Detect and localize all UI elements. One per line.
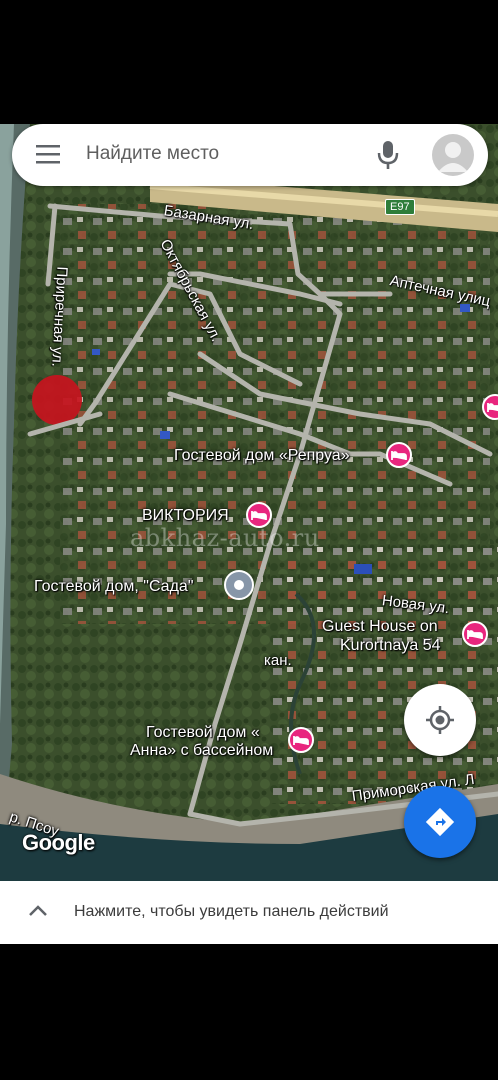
place-label-line2: Анна» с бассейном	[130, 742, 274, 759]
place-label-line2: Kurortnaya 54	[340, 637, 441, 654]
place-label: Гостевой дом «Репруа»	[174, 447, 350, 464]
search-bar[interactable]: Найдите место	[12, 124, 488, 186]
place-label-line1: Guest House on	[322, 618, 438, 635]
map-view[interactable]: Базарная ул. Октябрьская ул. Аптечная ул…	[0, 124, 498, 881]
place-label-line1: Гостевой дом «	[146, 724, 260, 741]
lodging-icon	[462, 621, 488, 647]
directions-icon	[425, 807, 455, 837]
mic-icon[interactable]	[376, 140, 400, 170]
menu-icon[interactable]	[36, 144, 60, 164]
canal-label: кан.	[264, 652, 292, 669]
satellite-imagery	[0, 124, 498, 881]
action-panel-hint: Нажмите, чтобы увидеть панель действий	[74, 903, 389, 920]
phone-screen: Базарная ул. Октябрьская ул. Аптечная ул…	[0, 0, 498, 1080]
place-label: ВИКТОРИЯ	[142, 507, 229, 524]
place-pin-icon	[224, 570, 254, 600]
lodging-icon	[246, 502, 272, 528]
my-location-icon	[426, 706, 454, 734]
highway-shield: E97	[385, 199, 415, 215]
directions-button[interactable]	[404, 786, 476, 858]
place-label: Гостевой дом, "Сада"	[34, 578, 194, 595]
my-location-button[interactable]	[404, 684, 476, 756]
chevron-up-icon	[29, 905, 47, 916]
search-input[interactable]: Найдите место	[86, 143, 219, 165]
google-logo: Google	[22, 830, 95, 855]
avatar-icon[interactable]	[432, 134, 474, 176]
lodging-icon	[288, 727, 314, 753]
watermark: abkhaz-auto.ru	[130, 524, 320, 552]
lodging-icon	[386, 442, 412, 468]
action-panel-handle[interactable]: Нажмите, чтобы увидеть панель действий	[0, 881, 498, 944]
highway-shield-label: E97	[390, 201, 410, 213]
